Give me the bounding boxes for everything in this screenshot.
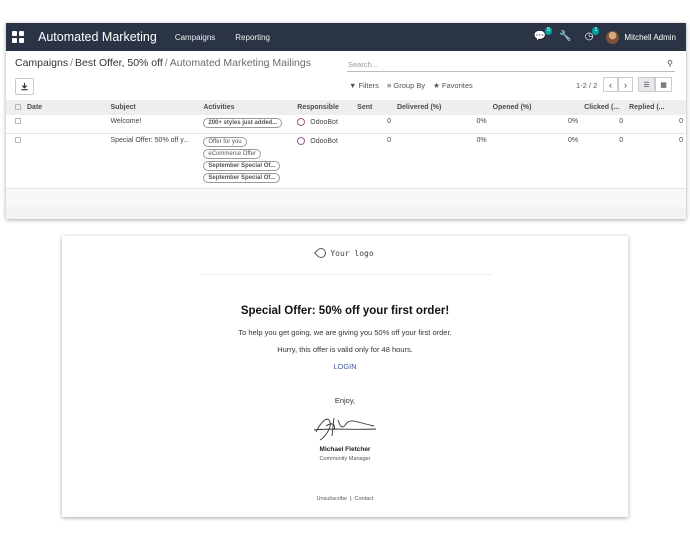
graph-view-button[interactable]: ▦ — [655, 77, 672, 92]
menu-campaigns[interactable]: Campaigns — [175, 33, 215, 42]
logo: Your logo — [62, 245, 628, 261]
email-title: Special Offer: 50% off your first order! — [240, 305, 450, 317]
row-checkbox[interactable] — [15, 137, 21, 143]
group-by-button[interactable]: ≡ Group By — [387, 81, 425, 90]
activity-badge: 1 — [592, 27, 600, 35]
pager-previous-button[interactable]: ‹ — [603, 77, 618, 92]
signer-role: Community Manager — [319, 456, 371, 462]
control-panel: Campaigns / Best Offer, 50% off / Automated … — [6, 51, 686, 101]
favorites-button[interactable]: ★ Favorites — [433, 81, 473, 90]
table-row[interactable]: Welcome! 200+ styles just added... OdooB… — [6, 115, 686, 134]
cell-opened: 0% — [568, 137, 579, 144]
wrench-icon[interactable]: 🔧 — [559, 32, 571, 42]
col-activities[interactable]: Activities — [200, 100, 295, 115]
email-closing: Enjoy, — [334, 396, 356, 405]
cell-responsible: OdooBot — [310, 137, 338, 145]
email-footer: Unsubscribe | Contact — [316, 496, 374, 502]
login-link[interactable]: LOGIN — [62, 362, 628, 371]
user-menu[interactable]: Mitchell Admin — [606, 30, 676, 44]
breadcrumb-best-offer[interactable]: Best Offer, 50% off — [75, 57, 163, 69]
cell-date — [24, 134, 107, 189]
avatar — [606, 30, 620, 44]
col-date[interactable]: Date — [24, 100, 108, 115]
unsubscribe-link[interactable]: Unsubscribe — [317, 496, 348, 502]
activity-clock-icon[interactable]: ◷ 1 — [585, 27, 600, 42]
cell-delivered: 0% — [476, 118, 487, 125]
user-name: Mitchell Admin — [624, 32, 676, 42]
empty-row — [6, 188, 686, 207]
signer-name: Michael Fletcher — [319, 446, 371, 453]
col-opened[interactable]: Opened (%) — [489, 100, 582, 115]
cell-subject: Welcome! — [110, 118, 142, 125]
email-body-line: Hurry, this offer is valid only for 48 h… — [277, 345, 413, 354]
col-responsible[interactable]: Responsible — [294, 100, 355, 115]
download-button[interactable] — [15, 78, 34, 95]
cell-clicked: 0 — [619, 137, 624, 144]
app-name[interactable]: Automated Marketing — [38, 30, 157, 44]
table-header: Date Subject Activities Responsible Sent… — [6, 100, 686, 115]
download-icon — [21, 82, 28, 91]
responsible-avatar-icon — [297, 118, 306, 126]
activity-tag[interactable]: 200+ styles just added... — [203, 118, 283, 128]
cell-sent: 0 — [387, 118, 391, 125]
cell-responsible: OdooBot — [310, 118, 338, 126]
col-replied[interactable]: Replied (... — [626, 100, 686, 115]
activity-tag[interactable]: Offer for you — [203, 137, 247, 147]
activity-tag[interactable]: September Special Of... — [203, 161, 281, 171]
pager-next-button[interactable]: › — [618, 77, 633, 92]
pager-value[interactable]: 1-2 / 2 — [576, 81, 597, 90]
cell-delivered: 0% — [476, 137, 487, 144]
activity-tag[interactable]: eCommerce Offer — [203, 149, 261, 159]
top-navbar: Automated Marketing Campaigns Reporting … — [6, 23, 686, 51]
search-placeholder: Search... — [348, 60, 379, 69]
cell-date — [24, 115, 107, 134]
cell-clicked: 0 — [619, 118, 624, 125]
chat-icon[interactable]: 💬 5 — [534, 27, 553, 42]
cell-replied: 0 — [679, 137, 683, 144]
menu-reporting[interactable]: Reporting — [235, 33, 270, 42]
email-preview: Your logo Special Offer: 50% off your fi… — [62, 236, 628, 517]
search-icon[interactable]: ⚲ — [667, 59, 673, 68]
logo-icon — [314, 245, 329, 261]
logo-text: Your logo — [330, 248, 374, 258]
cell-subject: Special Offer: 50% off y... — [110, 137, 190, 144]
mailings-table: Date Subject Activities Responsible Sent… — [6, 100, 686, 219]
breadcrumb-current: Automated Marketing Mailings — [169, 57, 311, 69]
chat-badge: 5 — [545, 27, 553, 35]
filters-button[interactable]: ▼ Filters — [349, 81, 379, 90]
signature-image — [313, 417, 377, 441]
col-sent[interactable]: Sent — [354, 100, 394, 115]
col-delivered[interactable]: Delivered (%) — [393, 100, 490, 115]
cell-replied: 0 — [679, 118, 683, 125]
select-all-checkbox[interactable] — [15, 103, 21, 110]
search-input[interactable]: Search... ⚲ — [347, 58, 675, 72]
list-view-button[interactable]: ☰ — [638, 77, 655, 92]
row-checkbox[interactable] — [15, 118, 21, 124]
breadcrumb-campaigns[interactable]: Campaigns — [15, 57, 68, 69]
col-clicked[interactable]: Clicked (... — [581, 100, 627, 115]
app-window: Automated Marketing Campaigns Reporting … — [6, 23, 686, 219]
apps-menu-icon[interactable] — [12, 31, 24, 43]
activity-tag[interactable]: September Special Of... — [203, 173, 281, 183]
responsible-avatar-icon — [297, 137, 306, 145]
contact-link[interactable]: Contact — [355, 496, 374, 502]
table-row[interactable]: Special Offer: 50% off y... Offer for yo… — [6, 134, 686, 189]
email-body-line: To help you get going, we are giving you… — [238, 328, 452, 337]
col-subject[interactable]: Subject — [107, 100, 201, 115]
cell-opened: 0% — [568, 118, 579, 125]
table-footer — [6, 206, 686, 219]
divider — [200, 274, 492, 275]
cell-sent: 0 — [387, 137, 391, 144]
